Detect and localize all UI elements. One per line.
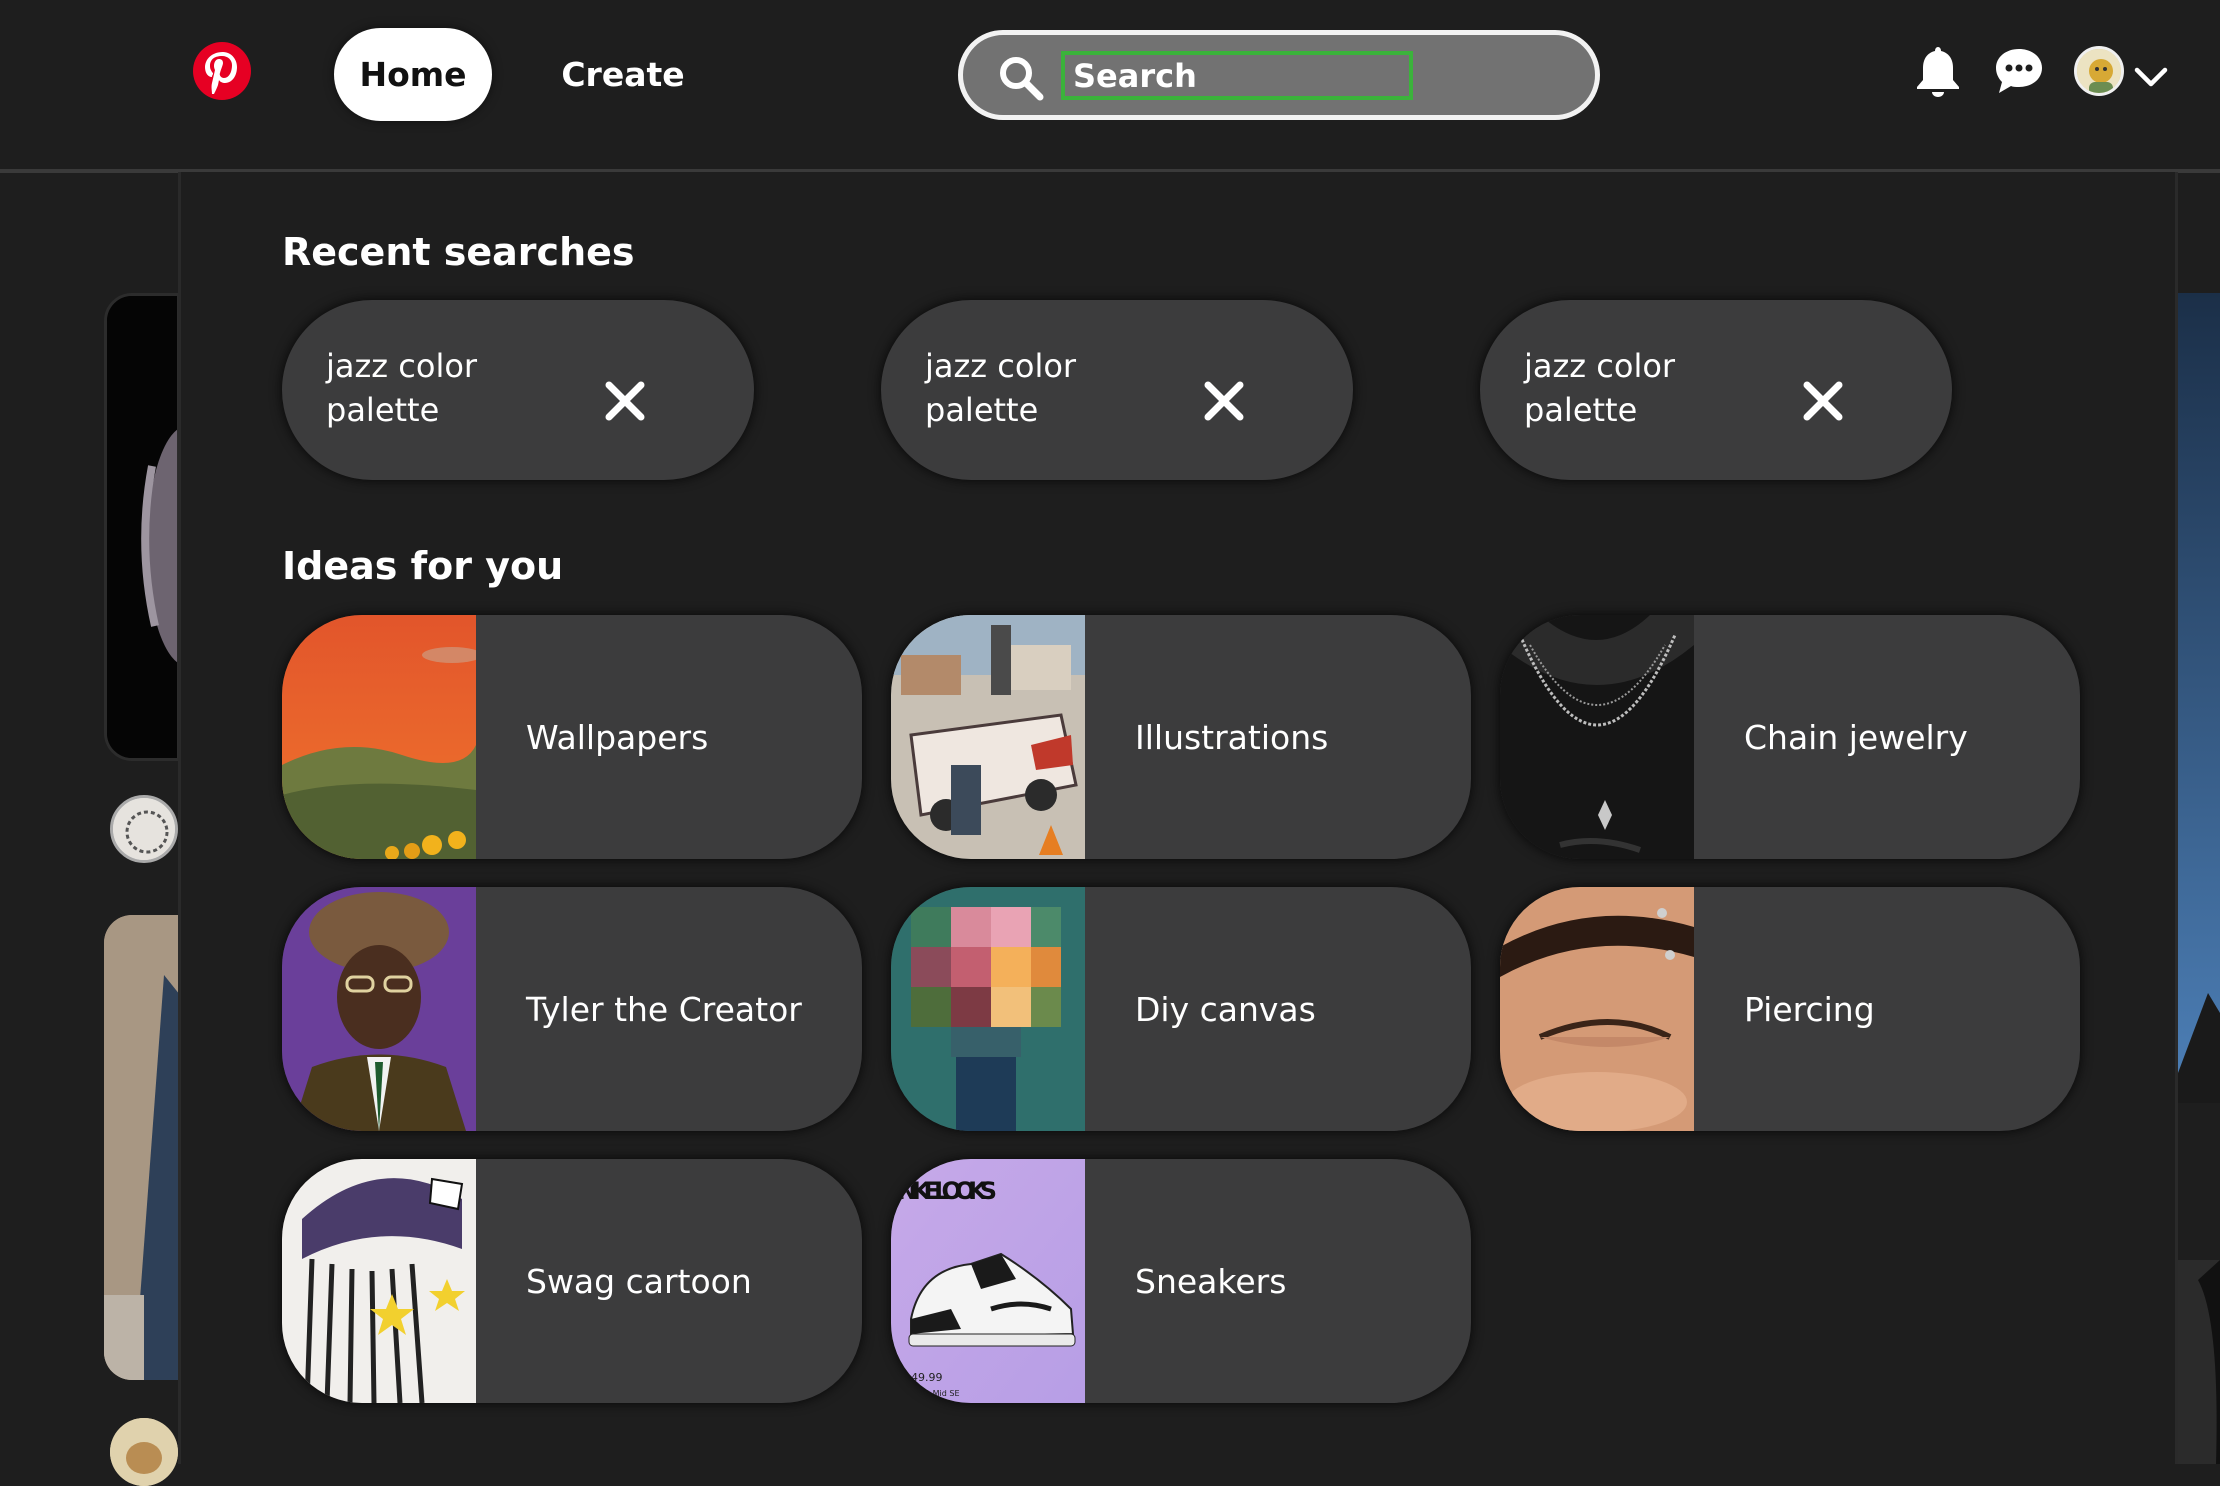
idea-thumbnail [891, 615, 1085, 859]
idea-card-piercing[interactable]: Piercing [1500, 887, 2080, 1131]
idea-label: Diy canvas [1135, 989, 1316, 1029]
recent-search-label: jazz color palette [925, 347, 1077, 429]
idea-card-illustrations[interactable]: Illustrations [891, 615, 1471, 859]
sneaker-ad-price: £149.99 [897, 1371, 943, 1384]
idea-label: Illustrations [1135, 717, 1329, 757]
close-icon[interactable] [1800, 378, 1846, 424]
search-bar[interactable] [958, 30, 1600, 120]
idea-label: Piercing [1744, 989, 1875, 1029]
idea-thumbnail [282, 887, 476, 1131]
ideas-for-you-title: Ideas for you [282, 544, 564, 588]
top-navigation-bar: Home Create [0, 0, 2220, 170]
idea-label: Tyler the Creator [526, 989, 802, 1029]
idea-card-diy-canvas[interactable]: Diy canvas [891, 887, 1471, 1131]
idea-thumbnail [891, 887, 1085, 1131]
recent-search-label: jazz color palette [1524, 347, 1676, 429]
search-icon [1000, 57, 1044, 101]
feed-pin-image[interactable] [104, 915, 180, 1380]
sneaker-ad-headline: NIKE LOOKS [897, 1177, 997, 1205]
recent-search-chip[interactable]: jazz color palette [881, 300, 1353, 480]
create-tab[interactable]: Create [552, 28, 694, 121]
pinterest-logo-icon[interactable] [193, 42, 251, 100]
idea-thumbnail [282, 615, 476, 859]
idea-label: Wallpapers [526, 717, 709, 757]
feed-user-avatar[interactable] [110, 795, 178, 863]
chevron-down-icon[interactable] [2134, 66, 2168, 88]
idea-thumbnail [1500, 887, 1694, 1131]
recent-searches-title: Recent searches [282, 230, 635, 274]
home-tab[interactable]: Home [334, 28, 492, 121]
idea-card-sneakers[interactable]: NIKE LOOKS £149.99 Jordan 1 Mid SE Sneak… [891, 1159, 1471, 1403]
feed-pin-image[interactable] [2178, 1260, 2220, 1464]
idea-thumbnail [282, 1159, 476, 1403]
feed-user-avatar[interactable] [110, 1418, 178, 1486]
bell-icon[interactable] [1913, 44, 1963, 98]
recent-search-label: jazz color palette [326, 347, 478, 429]
idea-card-tyler-the-creator[interactable]: Tyler the Creator [282, 887, 862, 1131]
idea-card-swag-cartoon[interactable]: Swag cartoon [282, 1159, 862, 1403]
sneaker-ad-product: Jordan 1 Mid SE [896, 1389, 960, 1398]
search-input[interactable] [1061, 51, 1413, 100]
idea-card-chain-jewelry[interactable]: Chain jewelry [1500, 615, 2080, 859]
close-icon[interactable] [1201, 378, 1247, 424]
feed-pin-image[interactable] [104, 293, 180, 761]
idea-label: Swag cartoon [526, 1261, 752, 1301]
idea-thumbnail: NIKE LOOKS £149.99 Jordan 1 Mid SE [891, 1159, 1085, 1403]
idea-card-wallpapers[interactable]: Wallpapers [282, 615, 862, 859]
idea-thumbnail [1500, 615, 1694, 859]
close-icon[interactable] [602, 378, 648, 424]
recent-search-chip[interactable]: jazz color palette [282, 300, 754, 480]
feed-pin-image[interactable] [2178, 293, 2220, 1103]
messages-icon[interactable] [1993, 46, 2045, 96]
search-dropdown-panel: Recent searches jazz color palette jazz … [178, 172, 2178, 1464]
idea-label: Chain jewelry [1744, 717, 1968, 757]
idea-label: Sneakers [1135, 1261, 1287, 1301]
recent-search-chip[interactable]: jazz color palette [1480, 300, 1952, 480]
profile-avatar[interactable] [2074, 46, 2124, 96]
